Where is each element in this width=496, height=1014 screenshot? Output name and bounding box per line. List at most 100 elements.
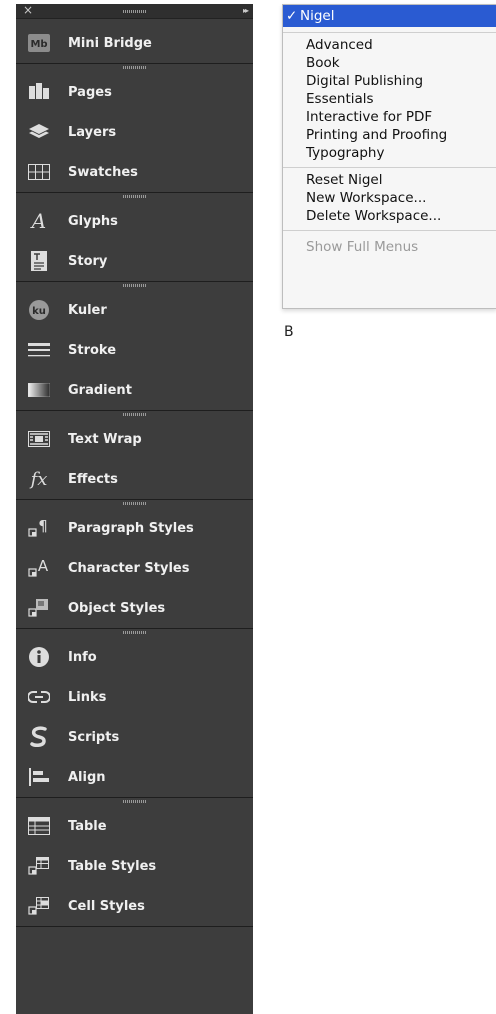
menu-item-new-workspace[interactable]: New Workspace... [283, 189, 496, 207]
panel-item-label: Cell Styles [68, 898, 145, 914]
checkmark-icon: ✓ [286, 8, 298, 24]
info-icon [28, 646, 50, 668]
svg-text:ku: ku [32, 306, 46, 317]
panel-item-label: Effects [68, 471, 118, 487]
panel-group: ¶ Paragraph Styles A Character Styles Object… [16, 500, 253, 629]
workspace-list: Advanced Book Digital Publishing Essentials… [283, 36, 496, 162]
svg-text:fx: fx [29, 469, 48, 490]
workspace-actions: Reset Nigel New Workspace... Delete Worksp… [283, 171, 496, 225]
panel-item-label: Character Styles [68, 560, 190, 576]
panel-group: Table Table Styles Cell Styles [16, 798, 253, 927]
panel-item-links[interactable]: Links [16, 677, 253, 717]
drag-grip[interactable] [16, 282, 253, 290]
menu-item-advanced[interactable]: Advanced [283, 36, 496, 54]
drag-grip[interactable] [16, 64, 253, 72]
panel-item-object-styles[interactable]: Object Styles [16, 588, 253, 628]
panel-item-label: Pages [68, 84, 112, 100]
panel-item-label: Kuler [68, 302, 107, 318]
menu-separator [283, 32, 496, 33]
menu-item-show-full-menus: Show Full Menus [306, 239, 419, 255]
panel-item-label: Info [68, 649, 97, 665]
panel-item-label: Scripts [68, 729, 120, 745]
layers-icon [28, 121, 50, 143]
panel-group: Pages Layers Swatches [16, 64, 253, 193]
panel-item-kuler[interactable]: ku Kuler [16, 290, 253, 330]
panel-item-label: Paragraph Styles [68, 520, 194, 536]
panel-item-label: Object Styles [68, 600, 166, 616]
menu-item-book[interactable]: Book [283, 54, 496, 72]
panel-item-align[interactable]: Align [16, 757, 253, 797]
panel-dock: × ▸▸ Mb Mini Bridge Pages Layers Swatches A Gl… [16, 4, 253, 1014]
panel-item-label: Glyphs [68, 213, 118, 229]
svg-text:¶: ¶ [38, 517, 48, 535]
panel-item-swatches[interactable]: Swatches [16, 152, 253, 192]
svg-text:Mb: Mb [30, 39, 47, 50]
panel-item-glyphs[interactable]: A Glyphs [16, 201, 253, 241]
story-icon [28, 250, 50, 272]
svg-text:A: A [38, 557, 49, 575]
menu-item-interactive-for-pdf[interactable]: Interactive for PDF [283, 108, 496, 126]
panel-item-label: Text Wrap [68, 431, 142, 447]
menu-item-digital-publishing[interactable]: Digital Publishing [283, 72, 496, 90]
panel-group: Text Wrap fx Effects [16, 411, 253, 500]
menu-item-typography[interactable]: Typography [283, 144, 496, 162]
panel-item-label: Links [68, 689, 107, 705]
menu-separator [283, 167, 496, 168]
menu-item-essentials[interactable]: Essentials [283, 90, 496, 108]
panel-item-scripts[interactable]: Scripts [16, 717, 253, 757]
panel-group: Mb Mini Bridge [16, 19, 253, 64]
gradient-icon [28, 379, 50, 401]
table-icon [28, 815, 50, 837]
drag-grip[interactable] [16, 8, 253, 16]
table-styles-icon [28, 855, 50, 877]
glyphs-icon: A [28, 210, 50, 232]
panel-item-label: Align [68, 769, 106, 785]
menu-separator [283, 230, 496, 231]
menu-item-label: Nigel [300, 8, 335, 24]
paragraph-styles-icon: ¶ [28, 517, 50, 539]
figure-label: B [284, 324, 294, 340]
menu-item-delete-workspace[interactable]: Delete Workspace... [283, 207, 496, 225]
collapse-icon[interactable]: ▸▸ [243, 4, 249, 18]
mini-bridge-icon: Mb [28, 32, 50, 54]
panel-item-text-wrap[interactable]: Text Wrap [16, 419, 253, 459]
panel-item-table[interactable]: Table [16, 806, 253, 846]
workspace-menu: ✓ Nigel Advanced Book Digital Publishing Es… [282, 4, 496, 309]
panel-item-mini-bridge[interactable]: Mb Mini Bridge [16, 23, 253, 63]
panel-item-effects[interactable]: fx Effects [16, 459, 253, 499]
panel-item-stroke[interactable]: Stroke [16, 330, 253, 370]
menu-item-selected[interactable]: ✓ Nigel [283, 5, 496, 27]
panel-item-label: Swatches [68, 164, 138, 180]
panel-item-character-styles[interactable]: A Character Styles [16, 548, 253, 588]
menu-item-printing-and-proofing[interactable]: Printing and Proofing [283, 126, 496, 144]
swatches-icon [28, 161, 50, 183]
panel-item-info[interactable]: Info [16, 637, 253, 677]
drag-grip[interactable] [16, 500, 253, 508]
scripts-icon [28, 726, 50, 748]
cell-styles-icon [28, 895, 50, 917]
text-wrap-icon [28, 428, 50, 450]
drag-grip[interactable] [16, 798, 253, 806]
align-icon [28, 766, 50, 788]
stroke-icon [28, 339, 50, 361]
panel-group: A Glyphs Story [16, 193, 253, 282]
panel-item-cell-styles[interactable]: Cell Styles [16, 886, 253, 926]
effects-icon: fx [28, 468, 50, 490]
panel-group: ku Kuler Stroke Gradient [16, 282, 253, 411]
panel-item-gradient[interactable]: Gradient [16, 370, 253, 410]
panel-item-label: Layers [68, 124, 117, 140]
pages-icon [28, 81, 50, 103]
panel-item-label: Table [68, 818, 107, 834]
drag-grip[interactable] [16, 629, 253, 637]
panel-item-paragraph-styles[interactable]: ¶ Paragraph Styles [16, 508, 253, 548]
drag-grip[interactable] [16, 193, 253, 201]
panel-item-label: Gradient [68, 382, 132, 398]
drag-grip[interactable] [16, 411, 253, 419]
panel-item-layers[interactable]: Layers [16, 112, 253, 152]
panel-item-pages[interactable]: Pages [16, 72, 253, 112]
svg-text:A: A [30, 210, 46, 232]
panel-item-story[interactable]: Story [16, 241, 253, 281]
panel-item-table-styles[interactable]: Table Styles [16, 846, 253, 886]
panel-item-label: Story [68, 253, 108, 269]
menu-item-reset-nigel[interactable]: Reset Nigel [283, 171, 496, 189]
